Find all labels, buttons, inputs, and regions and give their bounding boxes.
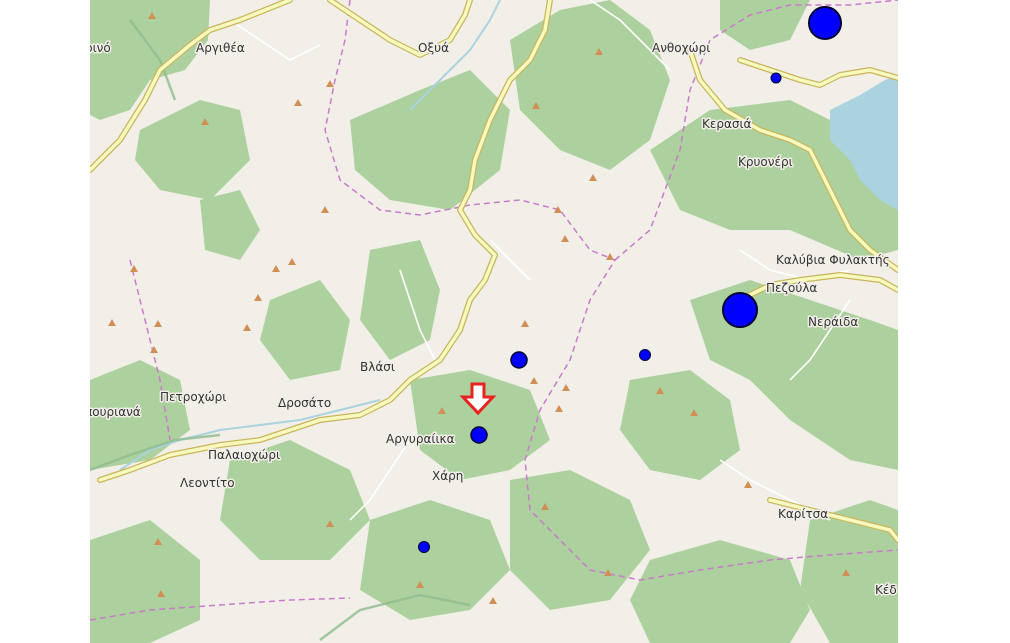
map-view[interactable]: ρινό Αργιθέα Οξυά Ανθοχώρι Κερασιά Κρυον… <box>90 0 898 643</box>
place-label: Πετροχώρι <box>160 390 226 404</box>
place-label: Δροσάτο <box>278 396 331 410</box>
place-label: Καρίτσα <box>778 507 828 521</box>
place-label: Κερασιά <box>702 117 752 131</box>
place-label: Βλάσι <box>360 360 395 374</box>
circle-marker-icon[interactable] <box>770 72 782 84</box>
circle-marker-icon[interactable] <box>639 349 651 361</box>
place-label: Λεοντίτο <box>180 476 235 490</box>
circle-marker-icon[interactable] <box>418 541 430 553</box>
place-label: πουριανά <box>90 405 141 419</box>
place-label: Αργιθέα <box>196 41 245 55</box>
place-label: Οξυά <box>418 41 449 55</box>
circle-marker-icon[interactable] <box>808 6 842 40</box>
place-label: Κρυονέρι <box>738 155 793 169</box>
place-label: Νεράιδα <box>808 315 858 329</box>
circle-marker-icon[interactable] <box>470 426 488 444</box>
place-label: Παλαιοχώρι <box>208 448 280 462</box>
map-canvas[interactable]: ρινό Αργιθέα Οξυά Ανθοχώρι Κερασιά Κρυον… <box>90 0 898 643</box>
place-label: Χάρη <box>432 469 463 483</box>
place-label: ρινό <box>90 41 111 55</box>
place-label: Πεζούλα <box>766 281 817 295</box>
place-label: Αργυραίικα <box>386 432 455 446</box>
place-label: Καλύβια Φυλακτής <box>776 253 890 267</box>
place-label: Ανθοχώρι <box>652 41 710 55</box>
circle-marker-icon[interactable] <box>510 351 528 369</box>
circle-marker-icon[interactable] <box>722 292 758 328</box>
place-label: Κέδ <box>875 583 897 597</box>
